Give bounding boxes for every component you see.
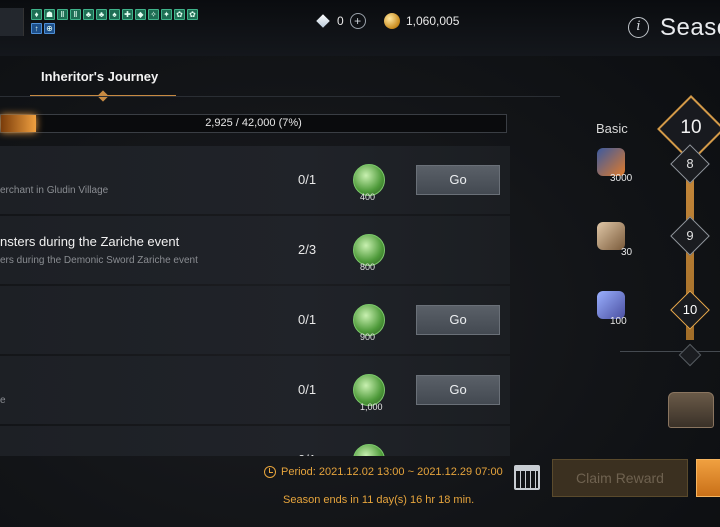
track-level-number: 8 xyxy=(686,156,694,171)
buff-icon[interactable]: ♣ xyxy=(83,9,94,20)
tab-label: Inheritor's Journey xyxy=(41,69,159,84)
buff-icon[interactable]: ✦ xyxy=(161,9,172,20)
quest-title: nsters during the Zariche event xyxy=(0,234,180,249)
track-reward-amount: 30 xyxy=(621,247,633,258)
treasure-chest-icon[interactable] xyxy=(668,392,714,428)
quest-subtitle: e xyxy=(0,395,6,406)
quest-row: e 0/1 1,000 Go xyxy=(0,356,510,424)
calendar-icon[interactable] xyxy=(514,465,540,490)
season-period: Period: 2021.12.02 13:00 ~ 2021.12.29 07… xyxy=(264,466,503,478)
quest-progress: 0/1 xyxy=(298,172,317,187)
buff-icon[interactable]: ✿ xyxy=(187,9,198,20)
period-text: Period: 2021.12.02 13:00 ~ 2021.12.29 07… xyxy=(281,466,503,478)
season-progress-bar: 2,925 / 42,000 (7%) xyxy=(0,114,507,133)
track-reward-icon[interactable] xyxy=(597,148,625,176)
buff-icon[interactable]: ↑ xyxy=(31,23,42,34)
buff-row: ♦ ☗ Ⅱ Ⅱ ♣ ♣ ♠ ✚ ◆ ✧ ✦ ✿ ✿ xyxy=(31,9,198,20)
diamond-amount: 0 xyxy=(337,14,344,28)
quest-row: 0/1 900 Go xyxy=(0,286,510,354)
info-icon[interactable]: i xyxy=(628,17,649,38)
quest-progress: 0/1 xyxy=(298,382,317,397)
reward-amount: 800 xyxy=(360,262,376,272)
reward-amount: 900 xyxy=(360,332,376,342)
diamond-icon xyxy=(315,15,331,28)
diamond-currency: 0 + xyxy=(315,13,366,29)
buff-icon[interactable]: ☗ xyxy=(44,9,55,20)
track-level-number: 10 xyxy=(682,302,698,317)
buff-icon[interactable]: Ⅱ xyxy=(70,9,81,20)
top-bar: ♦☗ⅡⅡ♣♣♠✚◆✧✦✿✿ ↑⊕ 0 + 1,060,005 i Seaso xyxy=(0,0,720,56)
add-diamond-icon[interactable]: + xyxy=(349,13,366,29)
buff-icon[interactable]: ✚ xyxy=(122,9,133,20)
page-title: Seaso xyxy=(660,14,720,41)
quest-progress: 2/3 xyxy=(298,242,317,257)
quest-row: 0/1 xyxy=(0,426,510,456)
gold-coin-icon xyxy=(384,13,400,29)
quest-subtitle: erchant in Gludin Village xyxy=(0,185,109,196)
avatar[interactable] xyxy=(0,8,24,36)
buff-icon[interactable]: ✿ xyxy=(174,9,185,20)
season-ends-text: Season ends in 11 day(s) 16 hr 18 min. xyxy=(283,494,475,506)
quest-progress: 0/1 xyxy=(298,452,316,456)
divider xyxy=(0,96,560,97)
buff-icon[interactable]: ⊕ xyxy=(44,23,55,34)
season-screen: ♦☗ⅡⅡ♣♣♠✚◆✧✦✿✿ ↑⊕ 0 + 1,060,005 i Seaso I… xyxy=(0,0,720,527)
buff-icon[interactable]: ♦ xyxy=(31,9,42,20)
track-level-number: 9 xyxy=(686,228,694,243)
reward-amount: 1,000 xyxy=(360,402,383,412)
go-button[interactable]: Go xyxy=(416,375,500,405)
quest-list: erchant in Gludin Village 0/1 400 Go nsters … xyxy=(0,146,510,456)
clock-icon xyxy=(264,466,276,478)
buff-icon[interactable]: ♣ xyxy=(96,9,107,20)
gold-amount: 1,060,005 xyxy=(406,14,460,28)
progress-text: 2,925 / 42,000 (7%) xyxy=(205,117,302,129)
current-level-number: 10 xyxy=(680,117,702,138)
buff-icon[interactable]: ♠ xyxy=(109,9,120,20)
track-end-node xyxy=(678,343,702,367)
quest-progress: 0/1 xyxy=(298,312,317,327)
track-reward-icon[interactable] xyxy=(597,291,625,319)
quest-row: nsters during the Zariche event ers durin… xyxy=(0,216,510,284)
go-button[interactable]: Go xyxy=(416,305,500,335)
quest-subtitle: ers during the Demonic Sword Zariche eve… xyxy=(0,255,198,266)
reward-amount: 400 xyxy=(360,192,376,202)
tab-inheritors-journey[interactable]: Inheritor's Journey xyxy=(30,60,176,102)
buff-row-secondary: ↑ ⊕ xyxy=(31,23,55,34)
track-reward-amount: 3000 xyxy=(610,173,633,184)
track-divider xyxy=(620,351,720,352)
reward-coin-icon xyxy=(353,444,385,456)
purchase-button[interactable]: Pu xyxy=(696,459,720,497)
quest-row: erchant in Gludin Village 0/1 400 Go xyxy=(0,146,510,214)
gold-currency: 1,060,005 xyxy=(384,13,459,29)
claim-reward-button[interactable]: Claim Reward xyxy=(552,459,688,497)
go-button[interactable]: Go xyxy=(416,165,500,195)
buff-icon[interactable]: Ⅱ xyxy=(57,9,68,20)
track-basic-label: Basic xyxy=(596,121,628,136)
track-reward-icon[interactable] xyxy=(597,222,625,250)
buff-icon[interactable]: ◆ xyxy=(135,9,146,20)
track-reward-amount: 100 xyxy=(610,316,627,327)
buff-icon[interactable]: ✧ xyxy=(148,9,159,20)
